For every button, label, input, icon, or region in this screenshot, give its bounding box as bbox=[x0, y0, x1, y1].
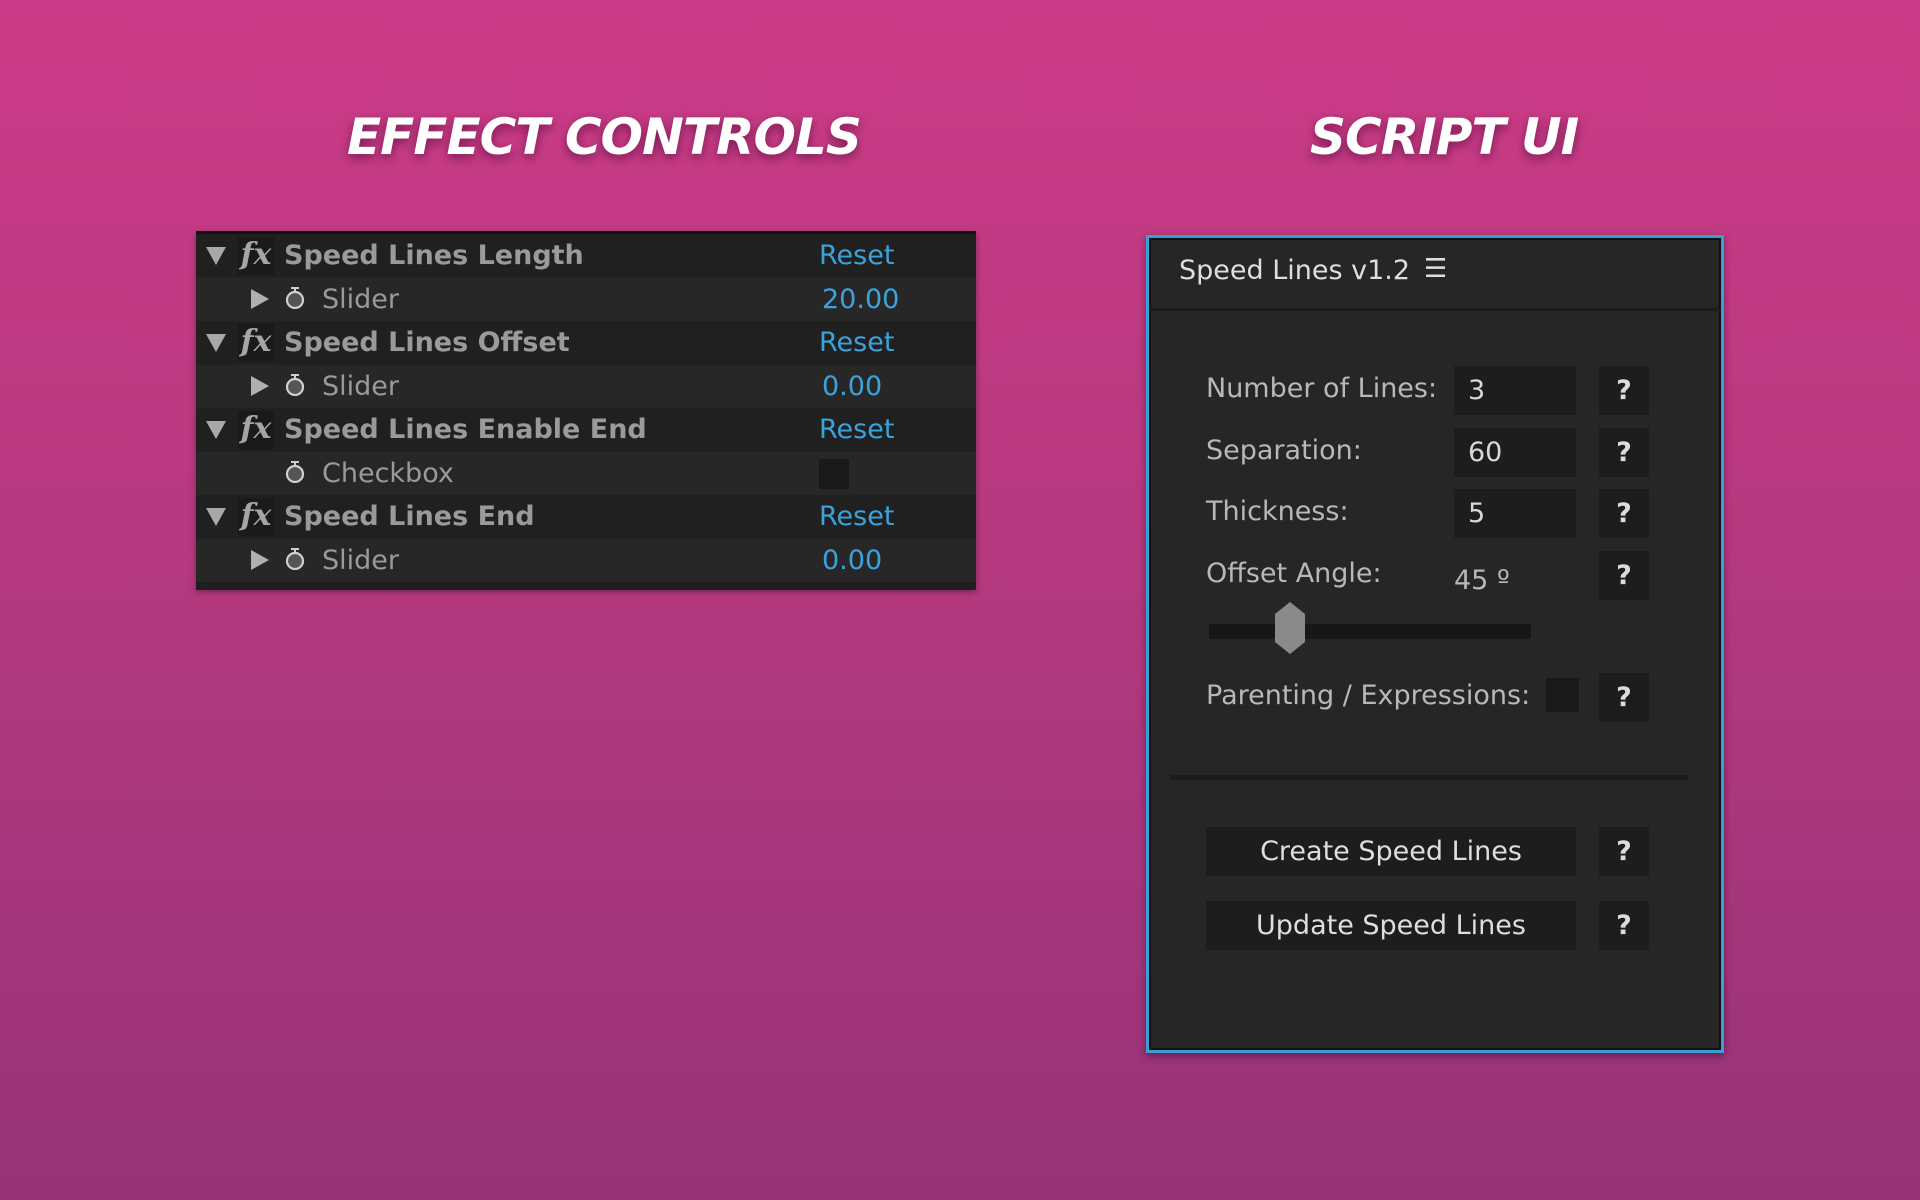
panel-menu-icon[interactable]: ☰ bbox=[1424, 254, 1447, 284]
effect-controls-heading: EFFECT CONTROLS bbox=[347, 108, 862, 166]
reset-link[interactable]: Reset bbox=[819, 501, 894, 532]
reset-link[interactable]: Reset bbox=[819, 327, 894, 358]
offset-angle-slider-thumb[interactable] bbox=[1274, 602, 1305, 654]
help-button-create[interactable]: ? bbox=[1599, 827, 1649, 876]
expand-triangle-icon[interactable] bbox=[251, 289, 269, 310]
effect-param-row: Slider 0.00 bbox=[196, 538, 976, 582]
collapse-triangle-icon[interactable] bbox=[206, 420, 226, 439]
effect-param-row: Checkbox bbox=[196, 451, 976, 495]
stopwatch-icon[interactable] bbox=[284, 286, 306, 309]
slider-value[interactable]: 0.00 bbox=[822, 371, 882, 402]
effect-name: Speed Lines Offset bbox=[284, 327, 570, 359]
panel-header: Speed Lines v1.2 ☰ bbox=[1149, 238, 1721, 311]
stopwatch-icon[interactable] bbox=[284, 547, 306, 570]
effect-name: Speed Lines End bbox=[284, 501, 535, 533]
collapse-triangle-icon[interactable] bbox=[206, 507, 226, 526]
effect-controls-panel: fx Speed Lines Length Reset Slider 20.00… bbox=[196, 231, 976, 590]
effect-param-row: Slider 0.00 bbox=[196, 364, 976, 408]
effect-group-speed-lines-end[interactable]: fx Speed Lines End Reset bbox=[196, 495, 976, 539]
fx-icon[interactable]: fx bbox=[238, 237, 274, 275]
effect-group-speed-lines-offset[interactable]: fx Speed Lines Offset Reset bbox=[196, 321, 976, 365]
script-ui-panel: Speed Lines v1.2 ☰ Number of Lines: 3 ? … bbox=[1146, 235, 1724, 1053]
parenting-expressions-label: Parenting / Expressions: bbox=[1206, 680, 1531, 711]
expand-triangle-icon[interactable] bbox=[251, 550, 269, 571]
help-button-parenting[interactable]: ? bbox=[1599, 673, 1649, 722]
separation-label: Separation: bbox=[1206, 435, 1362, 466]
offset-angle-value: 45 º bbox=[1454, 565, 1510, 596]
script-ui-heading: SCRIPT UI bbox=[1310, 108, 1579, 166]
fx-icon[interactable]: fx bbox=[238, 324, 274, 362]
slider-value[interactable]: 0.00 bbox=[822, 545, 882, 576]
reset-link[interactable]: Reset bbox=[819, 240, 894, 271]
help-button-number-of-lines[interactable]: ? bbox=[1599, 366, 1649, 415]
update-speed-lines-button[interactable]: Update Speed Lines bbox=[1206, 901, 1576, 950]
effect-param-row: Slider 20.00 bbox=[196, 277, 976, 321]
help-button-update[interactable]: ? bbox=[1599, 901, 1649, 950]
panel-title: Speed Lines v1.2 bbox=[1179, 255, 1411, 286]
help-button-separation[interactable]: ? bbox=[1599, 428, 1649, 477]
enable-end-checkbox[interactable] bbox=[819, 458, 849, 489]
effect-group-speed-lines-length[interactable]: fx Speed Lines Length Reset bbox=[196, 234, 976, 278]
thickness-label: Thickness: bbox=[1206, 496, 1349, 527]
effect-name: Speed Lines Enable End bbox=[284, 414, 647, 446]
param-name: Slider bbox=[322, 544, 399, 576]
number-of-lines-input[interactable]: 3 bbox=[1454, 366, 1576, 415]
reset-link[interactable]: Reset bbox=[819, 414, 894, 445]
separation-input[interactable]: 60 bbox=[1454, 428, 1576, 477]
offset-angle-label: Offset Angle: bbox=[1206, 558, 1382, 589]
help-button-thickness[interactable]: ? bbox=[1599, 489, 1649, 538]
param-name: Slider bbox=[322, 283, 399, 315]
collapse-triangle-icon[interactable] bbox=[206, 246, 226, 265]
effect-name: Speed Lines Length bbox=[284, 240, 584, 272]
collapse-triangle-icon[interactable] bbox=[206, 333, 226, 352]
divider bbox=[1170, 775, 1688, 780]
param-name: Slider bbox=[322, 370, 399, 402]
offset-angle-slider-track[interactable] bbox=[1209, 624, 1531, 639]
number-of-lines-label: Number of Lines: bbox=[1206, 373, 1438, 404]
create-speed-lines-button[interactable]: Create Speed Lines bbox=[1206, 827, 1576, 876]
stopwatch-icon[interactable] bbox=[284, 373, 306, 396]
stopwatch-icon[interactable] bbox=[284, 460, 306, 483]
help-button-offset-angle[interactable]: ? bbox=[1599, 551, 1649, 600]
fx-icon[interactable]: fx bbox=[238, 411, 274, 449]
param-name: Checkbox bbox=[322, 457, 454, 489]
effect-group-speed-lines-enable-end[interactable]: fx Speed Lines Enable End Reset bbox=[196, 408, 976, 452]
fx-icon[interactable]: fx bbox=[238, 498, 274, 536]
slider-value[interactable]: 20.00 bbox=[822, 284, 899, 315]
thickness-input[interactable]: 5 bbox=[1454, 489, 1576, 538]
expand-triangle-icon[interactable] bbox=[251, 376, 269, 397]
parenting-expressions-checkbox[interactable] bbox=[1546, 678, 1579, 712]
